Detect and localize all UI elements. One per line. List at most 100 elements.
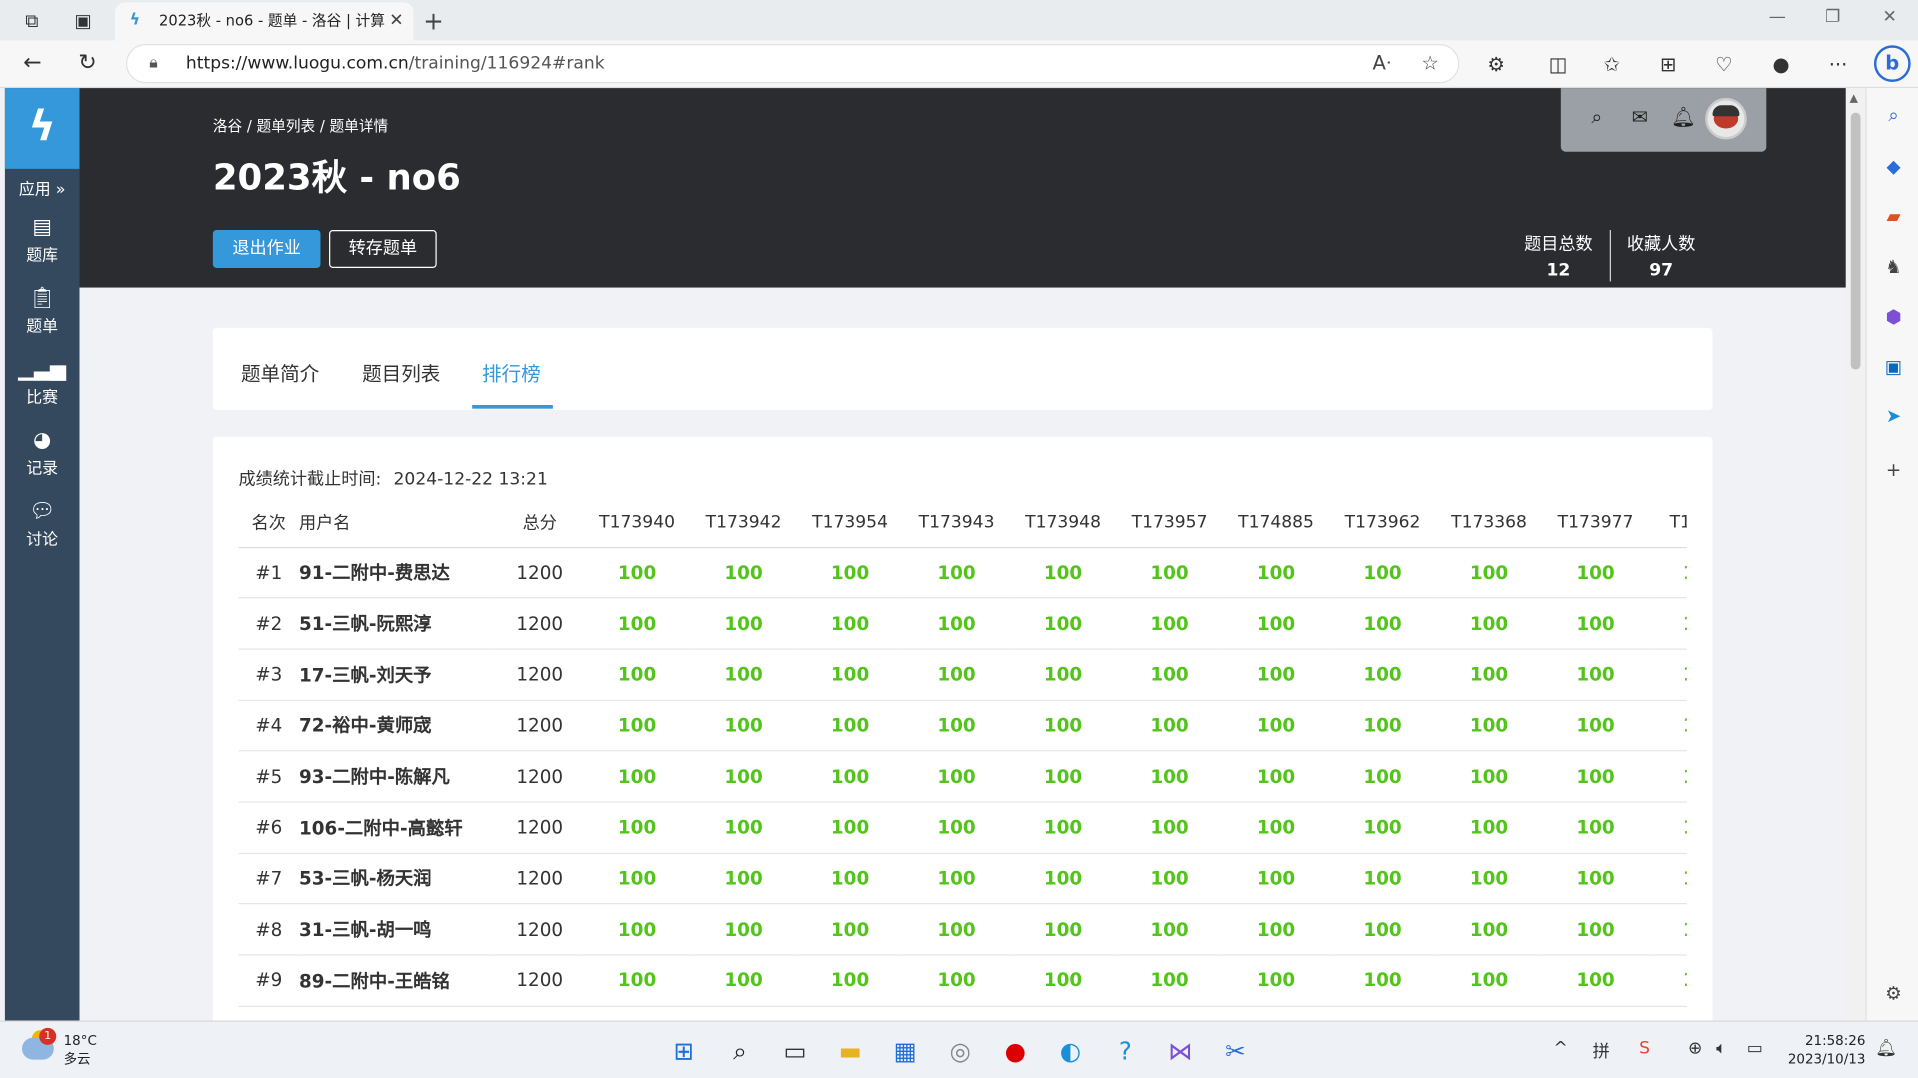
task-view-icon[interactable]: ▭ <box>779 1035 811 1067</box>
workspaces-icon[interactable]: ⧉ <box>20 9 44 33</box>
problem-score[interactable]: 100 <box>1648 853 1687 905</box>
problem-score[interactable]: 100 <box>903 648 1010 701</box>
problem-score[interactable]: 100 <box>1222 648 1330 701</box>
browser-tab-active[interactable]: ϟ 2023秋 - no6 - 题单 - 洛谷 | 计算 ✕ <box>114 2 414 41</box>
address-bar[interactable]: 🔒︎ https://www.luogu.com.cn/training/116… <box>125 44 1460 84</box>
read-aloud-icon[interactable]: Aᐧ <box>1372 45 1390 82</box>
notification-bell-icon[interactable]: 🔔︎ <box>1875 1039 1897 1059</box>
username-link[interactable]: 53-三帆-杨天润 <box>299 853 496 905</box>
problem-score[interactable]: 100 <box>796 801 904 854</box>
problem-score[interactable]: 100 <box>583 853 691 905</box>
luogu-logo-icon[interactable]: ϟ <box>4 88 80 169</box>
problem-score[interactable]: 100 <box>1009 546 1117 599</box>
col-problem[interactable]: T173940 <box>583 498 691 548</box>
problem-score[interactable]: 100 <box>583 546 691 599</box>
problem-score[interactable]: 100 <box>1435 904 1543 956</box>
problem-score[interactable]: 100 <box>1435 801 1543 854</box>
extensions-icon[interactable]: ⚙ <box>1487 53 1505 76</box>
problem-score[interactable]: 100 <box>1116 801 1223 854</box>
problem-score[interactable]: 100 <box>1222 801 1330 854</box>
problem-score[interactable]: 100 <box>903 699 1010 752</box>
problem-score[interactable]: 100 <box>1116 955 1223 1007</box>
visual-studio-icon[interactable]: ⋈ <box>1165 1035 1197 1067</box>
problem-score[interactable]: 100 <box>1542 853 1649 905</box>
problem-score[interactable]: 100 <box>1648 546 1687 599</box>
new-tab-icon[interactable]: + <box>423 6 444 35</box>
col-problem[interactable]: T173977 <box>1542 498 1649 548</box>
problem-score[interactable]: 100 <box>690 699 797 752</box>
browser-essentials-icon[interactable]: ♡ <box>1715 53 1733 76</box>
search-icon[interactable]: ⌕ <box>724 1035 756 1067</box>
problem-score[interactable]: 100 <box>1222 904 1330 956</box>
problem-score[interactable]: 100 <box>1648 699 1687 752</box>
problem-score[interactable]: 100 <box>583 955 691 1007</box>
games-icon[interactable]: ♞ <box>1881 255 1905 279</box>
scrollbar-thumb[interactable] <box>1850 112 1861 370</box>
problem-score[interactable]: 100 <box>1648 597 1687 650</box>
problem-score[interactable]: 100 <box>1222 955 1330 1007</box>
problem-score[interactable]: 100 <box>1542 801 1649 854</box>
problem-score[interactable]: 100 <box>1009 904 1117 956</box>
problem-score[interactable]: 100 <box>690 750 797 803</box>
problem-score[interactable]: 100 <box>583 750 691 803</box>
problem-score[interactable]: 100 <box>1009 597 1117 650</box>
file-explorer-icon[interactable]: ▬ <box>834 1035 866 1067</box>
bell-icon[interactable]: 🔔︎ <box>1671 105 1696 128</box>
start-icon[interactable]: ⊞ <box>668 1035 700 1067</box>
problem-score[interactable]: 100 <box>1222 853 1330 905</box>
problem-score[interactable]: 100 <box>1116 546 1223 599</box>
problem-score[interactable]: 100 <box>1435 750 1543 803</box>
problem-score[interactable]: 100 <box>1542 750 1649 803</box>
refresh-icon[interactable]: ↻ <box>78 50 96 76</box>
problem-score[interactable]: 100 <box>1116 699 1223 752</box>
problem-score[interactable]: 100 <box>1648 801 1687 854</box>
problem-score[interactable]: 100 <box>1648 750 1687 803</box>
collections-icon[interactable]: ⊞ <box>1660 53 1676 76</box>
problem-score[interactable]: 100 <box>690 597 797 650</box>
problem-score[interactable]: 100 <box>1329 853 1436 905</box>
tab-problem-list[interactable]: 题目列表 <box>362 357 440 386</box>
problem-score[interactable]: 100 <box>690 853 797 905</box>
problem-score[interactable]: 100 <box>1329 648 1436 701</box>
username-link[interactable]: 106-二附中-高懿轩 <box>299 801 496 854</box>
problem-score[interactable]: 100 <box>690 546 797 599</box>
breadcrumb[interactable]: 洛谷 / 题单列表 / 题单详情 <box>213 115 388 136</box>
send-icon[interactable]: ➤ <box>1881 404 1905 428</box>
col-problem[interactable]: T173957 <box>1116 498 1223 548</box>
shopping-tag-icon[interactable]: ◆ <box>1881 154 1905 178</box>
restore-icon[interactable]: ❐ <box>1825 7 1840 27</box>
problem-score[interactable]: 100 <box>1648 648 1687 701</box>
problem-score[interactable]: 100 <box>1542 648 1649 701</box>
problem-score[interactable]: 100 <box>1009 853 1117 905</box>
problem-score[interactable]: 100 <box>1222 750 1330 803</box>
problem-score[interactable]: 100 <box>1542 955 1649 1007</box>
problem-score[interactable]: 100 <box>796 853 904 905</box>
col-problem[interactable]: T173943 <box>903 498 1010 548</box>
col-problem[interactable]: T173942 <box>690 498 797 548</box>
split-screen-icon[interactable]: ◫ <box>1549 53 1568 76</box>
close-window-icon[interactable]: ✕ <box>1883 7 1897 27</box>
search-icon[interactable]: ⌕ <box>1881 103 1905 127</box>
weather-text[interactable]: 18°C 多云 <box>64 1032 97 1069</box>
snipping-tool-icon[interactable]: ✂ <box>1220 1035 1252 1067</box>
col-problem[interactable]: T17398 <box>1648 498 1687 548</box>
problem-score[interactable]: 100 <box>690 801 797 854</box>
sidebar-item-contest[interactable]: ▁▃▅ 比赛 <box>5 357 80 407</box>
problem-score[interactable]: 100 <box>1329 955 1436 1007</box>
favorites-icon[interactable]: ✩ <box>1604 53 1620 76</box>
problem-score[interactable]: 100 <box>1329 699 1436 752</box>
problem-score[interactable]: 100 <box>903 853 1010 905</box>
system-clock[interactable]: 21:58:26 2023/10/13 <box>1787 1032 1866 1069</box>
sidebar-settings-icon[interactable]: ⚙ <box>1881 981 1905 1005</box>
problem-score[interactable]: 100 <box>1009 955 1117 1007</box>
username-link[interactable]: 72-裕中-黄师宬 <box>299 699 496 752</box>
problem-score[interactable]: 100 <box>1648 955 1687 1007</box>
problem-score[interactable]: 100 <box>1222 699 1330 752</box>
problem-score[interactable]: 100 <box>1435 546 1543 599</box>
tray-chevron-icon[interactable]: ^ <box>1553 1039 1567 1059</box>
edge-icon[interactable]: ◐ <box>1054 1035 1086 1067</box>
office-icon[interactable]: ⬢ <box>1881 305 1905 329</box>
problem-score[interactable]: 100 <box>1435 648 1543 701</box>
problem-score[interactable]: 100 <box>903 904 1010 956</box>
problem-score[interactable]: 100 <box>1648 904 1687 956</box>
